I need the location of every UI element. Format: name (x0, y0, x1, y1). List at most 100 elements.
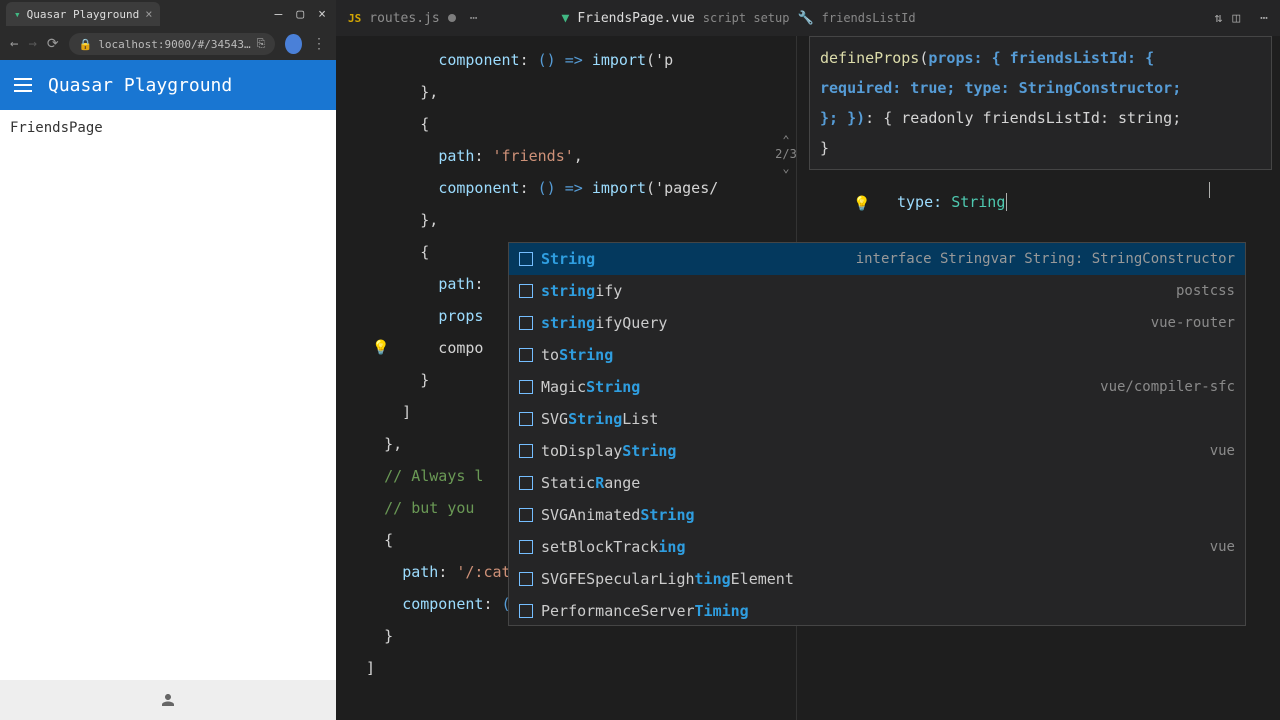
vue-icon: ▼ (562, 11, 570, 26)
symbol-icon (519, 380, 533, 394)
url-text: localhost:9000/#/34543… (98, 38, 250, 51)
address-bar[interactable]: 🔒 localhost:9000/#/34543… ⎘ (69, 33, 276, 55)
symbol-icon (519, 316, 533, 330)
symbol-icon (519, 476, 533, 490)
suggest-detail: vue (1210, 531, 1235, 563)
suggest-label: stringifyQuery (541, 307, 1143, 339)
editor-tab-routes[interactable]: JS routes.js ⋯ (336, 0, 490, 36)
code-line: path: 'friends', (348, 140, 796, 172)
suggest-label: StaticRange (541, 467, 1227, 499)
close-icon[interactable]: × (318, 7, 326, 22)
suggest-item[interactable]: setBlockTracking vue (509, 531, 1245, 563)
lock-icon: 🔒 (79, 38, 93, 51)
suggest-item[interactable]: MagicString vue/compiler-sfc (509, 371, 1245, 403)
symbol-icon (519, 444, 533, 458)
code-line: { (348, 108, 796, 140)
suggest-detail: vue (1210, 435, 1235, 467)
suggest-item[interactable]: SVGStringList (509, 403, 1245, 435)
suggest-item[interactable]: SVGFESpecularLightingElement (509, 563, 1245, 595)
suggest-detail: vue-router (1151, 307, 1235, 339)
suggest-label: setBlockTracking (541, 531, 1202, 563)
suggest-item[interactable]: toString (509, 339, 1245, 371)
profile-avatar[interactable] (285, 34, 302, 54)
person-icon[interactable] (159, 691, 177, 709)
maximize-icon[interactable]: ▢ (296, 7, 304, 22)
tab-label: routes.js (369, 11, 439, 26)
editor-tab-friendspage[interactable]: ▼ FriendsPage.vue script setup 🔧 friends… (550, 0, 928, 36)
suggest-item[interactable]: stringifyQuery vue-router (509, 307, 1245, 339)
suggest-label: toDisplayString (541, 435, 1202, 467)
suggest-detail: vue/compiler-sfc (1100, 371, 1235, 403)
app-header: Quasar Playground (0, 60, 336, 110)
breadcrumb[interactable]: friendsListId (822, 11, 916, 25)
symbol-icon (519, 604, 533, 618)
compare-icon[interactable]: ⇅ (1215, 11, 1223, 26)
more-icon[interactable]: ⋯ (1260, 11, 1268, 26)
forward-icon: → (28, 36, 36, 52)
signature-counter: 2/3 (770, 147, 802, 161)
symbol-icon (519, 540, 533, 554)
reader-icon[interactable]: ⎘ (257, 37, 266, 51)
signature-help: ⌃ 2/3 ⌄ defineProps(props: { friendsList… (809, 36, 1272, 170)
suggest-label: stringify (541, 275, 1168, 307)
chevron-up-icon[interactable]: ⌃ (770, 133, 802, 147)
lightbulb-icon[interactable]: 💡 (853, 188, 870, 220)
tab-label: FriendsPage.vue (577, 11, 694, 26)
modified-icon (448, 14, 456, 22)
app-title: Quasar Playground (48, 75, 232, 96)
minimize-icon[interactable]: — (275, 7, 283, 22)
page-text: FriendsPage (10, 120, 326, 136)
js-icon: JS (348, 12, 361, 25)
suggest-item[interactable]: stringify postcss (509, 275, 1245, 307)
menu-icon[interactable] (14, 78, 32, 92)
close-icon[interactable]: × (145, 7, 152, 21)
suggest-item[interactable]: SVGAnimatedString (509, 499, 1245, 531)
suggest-label: SVGStringList (541, 403, 1227, 435)
breadcrumb[interactable]: script setup (703, 11, 790, 25)
browser-tab[interactable]: ▾ Quasar Playground × (6, 2, 160, 26)
symbol-icon (519, 252, 533, 266)
suggest-item[interactable]: PerformanceServerTiming (509, 595, 1245, 626)
suggest-label: MagicString (541, 371, 1092, 403)
suggest-detail: interface Stringvar String: StringConstr… (856, 243, 1235, 275)
lightbulb-icon[interactable]: 💡 (372, 332, 389, 364)
suggest-widget[interactable]: String interface Stringvar String: Strin… (508, 242, 1246, 626)
editor-tabbar: JS routes.js ⋯ ▼ FriendsPage.vue script … (336, 0, 1280, 36)
secondary-cursor (1209, 182, 1210, 198)
chevron-down-icon[interactable]: ⌄ (770, 161, 802, 175)
editor-split: 💡 component: () => import('p }, { path: … (336, 36, 1280, 720)
symbol-icon (519, 348, 533, 362)
suggest-item[interactable]: toDisplayString vue (509, 435, 1245, 467)
split-icon[interactable]: ◫ (1232, 11, 1240, 26)
suggest-item[interactable]: String interface Stringvar String: Strin… (509, 243, 1245, 275)
suggest-label: SVGAnimatedString (541, 499, 1227, 531)
suggest-label: PerformanceServerTiming (541, 595, 1227, 626)
code-line: }, (348, 204, 796, 236)
suggest-label: String (541, 243, 848, 275)
page-content: FriendsPage (0, 110, 336, 680)
menu-icon[interactable]: ⋮ (312, 36, 326, 52)
code-line: component: () => import('p (348, 44, 796, 76)
suggest-item[interactable]: StaticRange (509, 467, 1245, 499)
code-line: ] (348, 652, 796, 684)
more-icon[interactable]: ⋯ (470, 11, 478, 26)
code-line: component: () => import('pages/ (348, 172, 796, 204)
browser-window: ▾ Quasar Playground × — ▢ × ← → ⟳ 🔒 loca… (0, 0, 336, 720)
browser-toolbar: ← → ⟳ 🔒 localhost:9000/#/34543… ⎘ ⋮ (0, 28, 336, 60)
back-icon[interactable]: ← (10, 36, 18, 52)
vue-icon: ▾ (14, 8, 21, 21)
tab-actions: ⇅ ◫ ⋯ (1215, 11, 1280, 26)
suggest-label: SVGFESpecularLightingElement (541, 563, 1227, 595)
ide-window: JS routes.js ⋯ ▼ FriendsPage.vue script … (336, 0, 1280, 720)
window-controls: — ▢ × (275, 7, 336, 22)
symbol-icon (519, 412, 533, 426)
signature-nav[interactable]: ⌃ 2/3 ⌄ (770, 133, 802, 175)
symbol-icon (519, 572, 533, 586)
browser-tabstrip: ▾ Quasar Playground × — ▢ × (0, 0, 336, 28)
current-line: type: String (897, 186, 1007, 218)
app-footer (0, 680, 336, 720)
suggest-detail: postcss (1176, 275, 1235, 307)
code-line: }, (348, 76, 796, 108)
reload-icon[interactable]: ⟳ (47, 36, 59, 52)
tab-title: Quasar Playground (27, 8, 140, 21)
